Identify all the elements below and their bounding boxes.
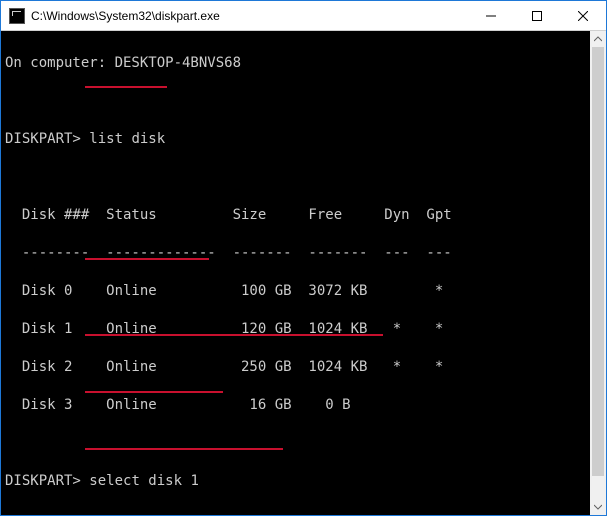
computer-line: On computer: DESKTOP-4BNVS68 bbox=[5, 54, 600, 73]
blank-line bbox=[5, 168, 600, 187]
table-divider: -------- ------------- ------- ------- -… bbox=[5, 244, 600, 263]
blank-line bbox=[5, 434, 600, 453]
maximize-button[interactable] bbox=[514, 1, 560, 30]
terminal-output[interactable]: On computer: DESKTOP-4BNVS68 DISKPART> l… bbox=[1, 31, 606, 515]
annotation-underline bbox=[85, 86, 167, 88]
annotation-underline bbox=[85, 448, 283, 450]
close-icon bbox=[578, 11, 588, 21]
table-row: Disk 2 Online 250 GB 1024 KB * * bbox=[5, 358, 600, 377]
scroll-up-button[interactable] bbox=[590, 31, 606, 47]
blank-line bbox=[5, 92, 600, 111]
cmd-line: DISKPART> select disk 1 bbox=[5, 472, 600, 491]
prompt: DISKPART> bbox=[5, 131, 81, 147]
titlebar: C:\Windows\System32\diskpart.exe bbox=[1, 1, 606, 31]
table-row: Disk 0 Online 100 GB 3072 KB * bbox=[5, 282, 600, 301]
annotation-underline bbox=[85, 334, 383, 336]
window-controls bbox=[468, 1, 606, 30]
table-row: Disk 1 Online 120 GB 1024 KB * * bbox=[5, 320, 600, 339]
annotation-underline bbox=[85, 391, 223, 393]
window-title: C:\Windows\System32\diskpart.exe bbox=[31, 9, 468, 23]
cmd-line: DISKPART> list disk bbox=[5, 130, 600, 149]
terminal-icon bbox=[9, 8, 25, 24]
scrollbar-track[interactable] bbox=[590, 47, 606, 499]
blank-line bbox=[5, 510, 600, 515]
prompt: DISKPART> bbox=[5, 473, 81, 489]
vertical-scrollbar[interactable] bbox=[590, 31, 606, 515]
maximize-icon bbox=[532, 11, 542, 21]
cmd-select: select disk 1 bbox=[89, 473, 199, 489]
table-row: Disk 3 Online 16 GB 0 B bbox=[5, 396, 600, 415]
chevron-up-icon bbox=[594, 36, 602, 42]
minimize-icon bbox=[486, 11, 496, 21]
scrollbar-thumb[interactable] bbox=[592, 47, 604, 476]
annotation-underline bbox=[85, 258, 209, 260]
diskpart-window: C:\Windows\System32\diskpart.exe On comp… bbox=[0, 0, 607, 516]
table-header: Disk ### Status Size Free Dyn Gpt bbox=[5, 206, 600, 225]
scroll-down-button[interactable] bbox=[590, 499, 606, 515]
cmd-list-disk: list disk bbox=[89, 131, 165, 147]
close-button[interactable] bbox=[560, 1, 606, 30]
chevron-down-icon bbox=[594, 504, 602, 510]
minimize-button[interactable] bbox=[468, 1, 514, 30]
